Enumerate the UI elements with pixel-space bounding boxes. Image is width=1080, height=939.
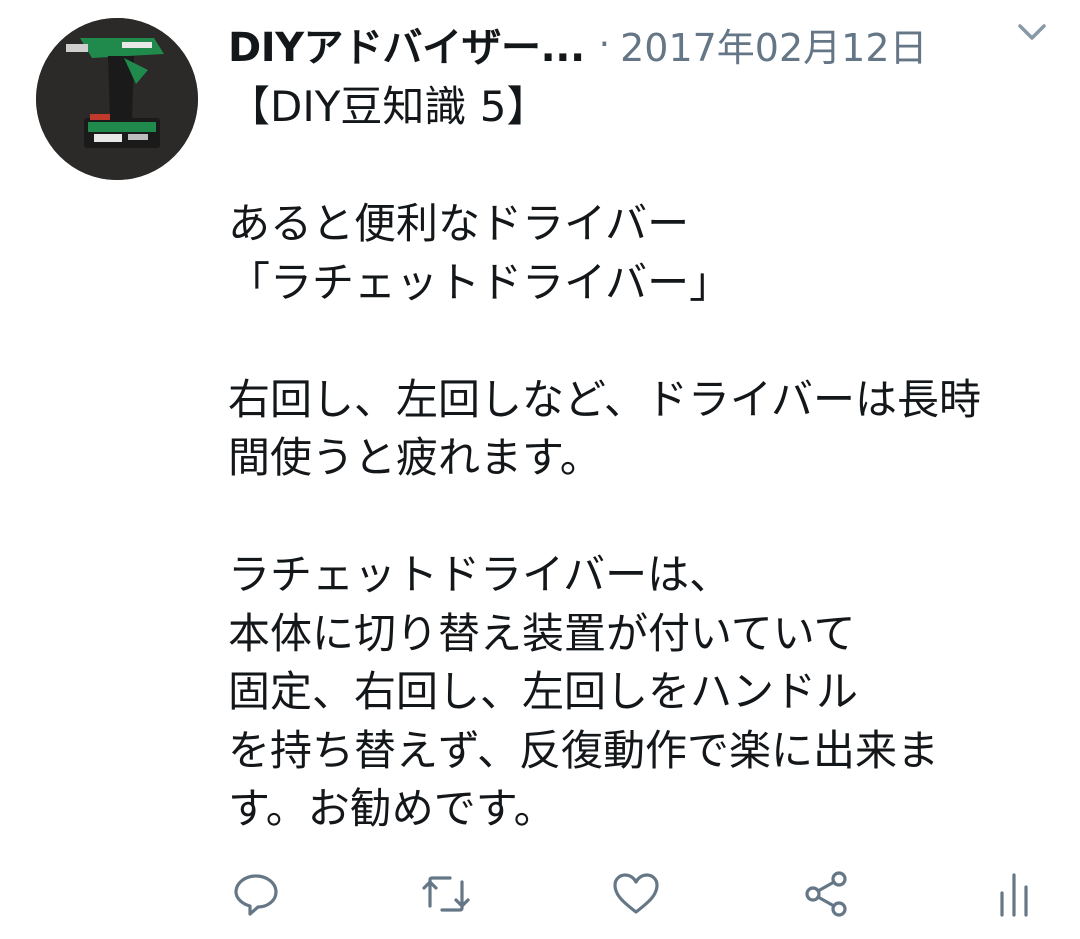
tweet[interactable]: DIYアドバイザー... · 2017年02月12日 【DIY豆知識 5】 ある… [0,0,1080,939]
tweet-line [228,137,1058,196]
tweet-date[interactable]: 2017年02月12日 [620,17,927,72]
tweet-line: あると便利なドライバー [228,199,690,248]
tweet-line: 固定、右回し、左回しをハンドル [228,667,859,716]
tweet-line: 【DIY豆知識 5】 [228,82,549,131]
tweet-line [228,312,1058,371]
action-bar [228,866,1058,926]
avatar[interactable] [36,18,198,180]
tweet-line: 本体に切り替え装置が付いていて [228,608,856,658]
chevron-down-icon[interactable] [1012,14,1052,50]
share-icon[interactable] [798,866,854,922]
retweet-icon[interactable] [418,866,474,922]
reply-icon[interactable] [228,866,284,922]
tweet-header: DIYアドバイザー... · 2017年02月12日 [228,14,1058,74]
tweet-line: 間使うと疲れます。 [228,433,602,482]
tweet-text: 【DIY豆知識 5】 あると便利なドライバー 「ラチェットドライバー」 右回し、… [228,78,1058,839]
author-name[interactable]: DIYアドバイザー... [228,15,585,73]
tweet-line: 「ラチェットドライバー」 [228,257,732,307]
tweet-line: す。お勧めです。 [228,784,556,833]
separator-dot: · [598,23,611,65]
tweet-line: 右回し、左回しなど、ドライバーは長時 [228,374,982,424]
impact-driver-photo [36,18,198,180]
analytics-icon[interactable] [986,866,1042,922]
like-icon[interactable] [608,866,664,922]
tweet-line [228,488,1058,547]
tweet-line: ラチェットドライバーは、 [228,550,732,599]
tweet-line: を持ち替えず、反復動作で楽に出来ま [228,725,940,775]
